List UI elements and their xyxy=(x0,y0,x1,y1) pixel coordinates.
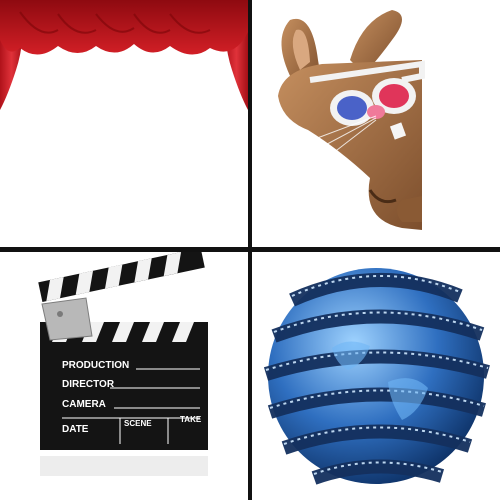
clapper-take-label: TAKE xyxy=(180,415,202,424)
clapperboard-tile: PRODUCTION DIRECTOR CAMERA DATE SCENE TA… xyxy=(0,252,248,500)
clapper-camera-label: CAMERA xyxy=(62,399,106,410)
clapper-production-label: PRODUCTION xyxy=(62,360,129,371)
clapper-scene-label: SCENE xyxy=(124,419,152,428)
film-clapperboard-icon: PRODUCTION DIRECTOR CAMERA DATE SCENE TA… xyxy=(38,252,208,476)
curtain-tile xyxy=(0,0,248,247)
theater-curtain-icon xyxy=(0,0,248,110)
film-strip-globe-icon xyxy=(263,268,490,485)
rabbit-with-3d-glasses-icon xyxy=(278,10,425,230)
globe-tile xyxy=(252,252,500,500)
clapper-director-label: DIRECTOR xyxy=(62,379,115,390)
rabbit-tile xyxy=(252,0,500,247)
image-grid: PRODUCTION DIRECTOR CAMERA DATE SCENE TA… xyxy=(0,0,500,500)
clapper-date-label: DATE xyxy=(62,424,89,435)
